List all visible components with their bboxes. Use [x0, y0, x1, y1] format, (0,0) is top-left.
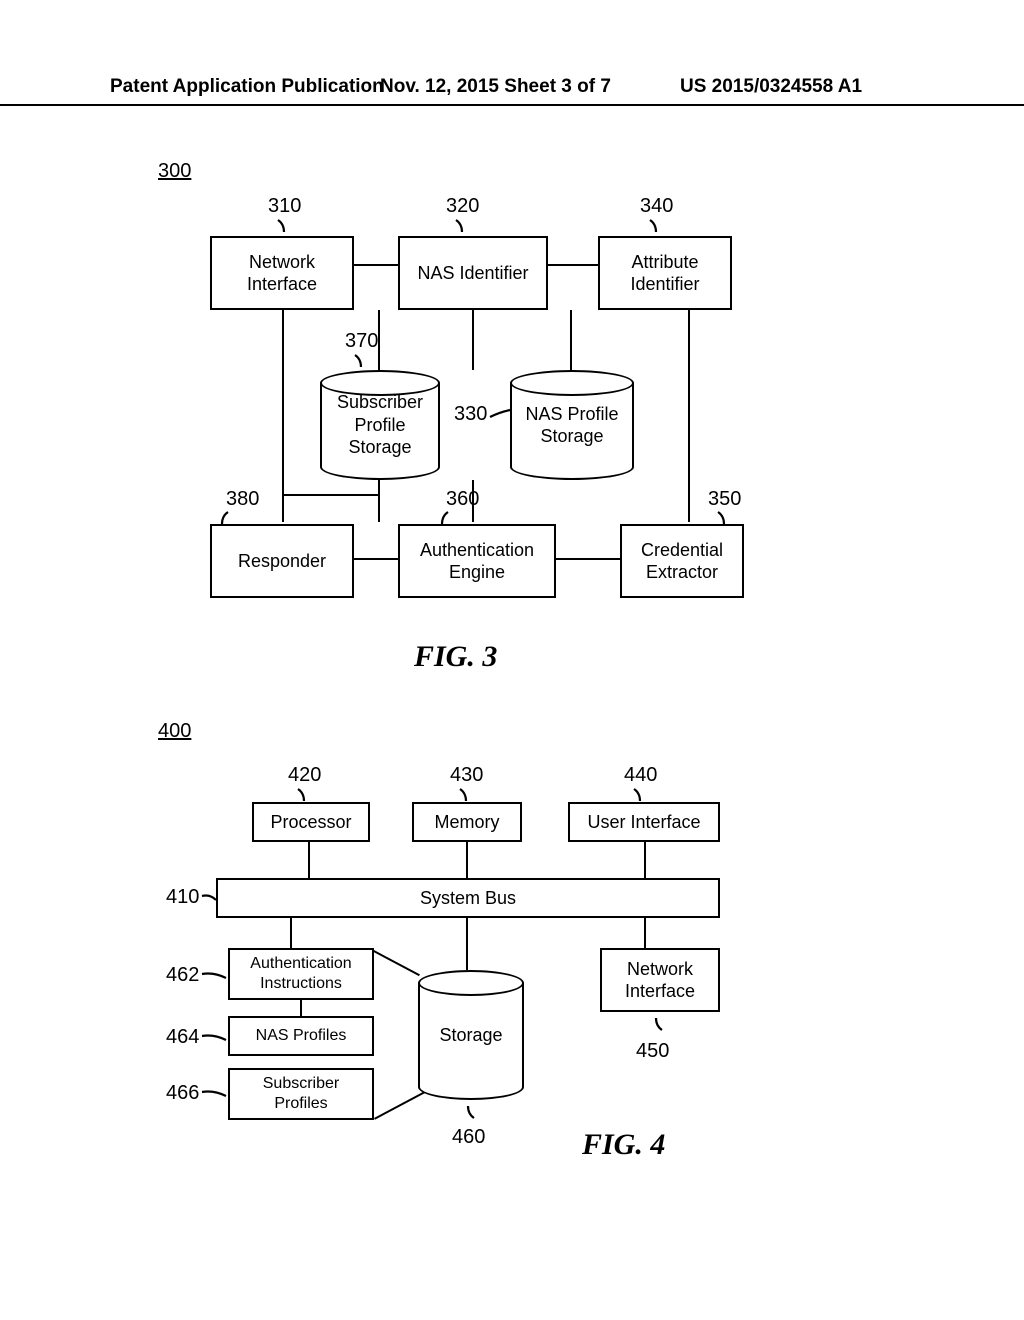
leader-hook-icon: [276, 218, 292, 234]
ref-440: 440: [624, 764, 657, 787]
ref-420: 420: [288, 764, 321, 787]
ref-380: 380: [226, 488, 259, 511]
fig3-number: 300: [158, 160, 191, 183]
connector: [378, 480, 380, 522]
ref-350: 350: [708, 488, 741, 511]
ref-462: 462: [166, 964, 199, 987]
connector: [644, 842, 646, 878]
connector: [570, 310, 572, 370]
ref-464: 464: [166, 1026, 199, 1049]
leader-hook-icon: [353, 353, 369, 369]
block-label: Processor: [270, 811, 351, 834]
ref-310: 310: [268, 195, 301, 218]
block-network-interface: Network Interface: [210, 236, 354, 310]
leader-hook-icon: [200, 1088, 228, 1102]
header-publication-label: Patent Application Publication: [110, 76, 384, 98]
block-attribute-identifier: Attribute Identifier: [598, 236, 732, 310]
ref-430: 430: [450, 764, 483, 787]
connector: [688, 310, 690, 522]
block-memory: Memory: [412, 802, 522, 842]
block-label: Responder: [238, 550, 326, 573]
block-label: Network Interface: [625, 958, 695, 1003]
leader-hook-icon: [200, 892, 218, 906]
connector: [308, 842, 310, 878]
cylinder-label: NAS Profile Storage: [525, 403, 618, 448]
page-header: Patent Application Publication Nov. 12, …: [0, 76, 1024, 106]
cylinder-subscriber-profile-storage: Subscriber Profile Storage: [320, 370, 440, 480]
leader-hook-icon: [648, 1016, 664, 1032]
block-authentication-instructions: Authentication Instructions: [228, 948, 374, 1000]
leader-hook-icon: [648, 218, 664, 234]
block-nas-profiles: NAS Profiles: [228, 1016, 374, 1056]
ref-460: 460: [452, 1126, 485, 1149]
leader-hook-icon: [488, 408, 512, 426]
fig4-number: 400: [158, 720, 191, 743]
ref-330: 330: [454, 403, 487, 426]
connector: [282, 310, 284, 496]
block-system-bus: System Bus: [216, 878, 720, 918]
block-label: Network Interface: [247, 251, 317, 296]
connector: [466, 842, 468, 878]
connector: [644, 918, 646, 948]
block-subscriber-profiles: Subscriber Profiles: [228, 1068, 374, 1120]
block-label: System Bus: [420, 887, 516, 910]
ref-410: 410: [166, 886, 199, 909]
leader-hook-icon: [460, 1104, 476, 1120]
cylinder-label: Subscriber Profile Storage: [337, 391, 423, 459]
leader-hook-icon: [296, 787, 312, 803]
header-publication-number: US 2015/0324558 A1: [680, 76, 862, 98]
block-responder: Responder: [210, 524, 354, 598]
connector: [354, 558, 398, 560]
block-label: Attribute Identifier: [630, 251, 699, 296]
block-authentication-engine: Authentication Engine: [398, 524, 556, 598]
block-label: Authentication Engine: [420, 539, 534, 584]
ref-450: 450: [636, 1040, 669, 1063]
header-date-sheet: Nov. 12, 2015 Sheet 3 of 7: [380, 76, 611, 98]
connector: [290, 918, 292, 948]
cylinder-storage: Storage: [418, 970, 524, 1100]
connector: [556, 558, 620, 560]
connector: [378, 310, 380, 370]
block-user-interface: User Interface: [568, 802, 720, 842]
block-label: NAS Profiles: [256, 1026, 347, 1046]
ref-370: 370: [345, 330, 378, 353]
connector: [332, 494, 378, 496]
ref-360: 360: [446, 488, 479, 511]
ref-340: 340: [640, 195, 673, 218]
connector: [374, 1091, 426, 1120]
connector: [548, 264, 598, 266]
cylinder-label: Storage: [439, 1024, 502, 1047]
block-label: Subscriber Profiles: [263, 1074, 339, 1114]
connector: [282, 494, 284, 522]
block-label: Authentication Instructions: [250, 954, 351, 994]
block-label: Credential Extractor: [641, 539, 723, 584]
connector: [354, 264, 398, 266]
block-label: NAS Identifier: [417, 262, 528, 285]
leader-hook-icon: [200, 970, 228, 984]
connector: [300, 1000, 302, 1016]
connector: [472, 310, 474, 370]
block-credential-extractor: Credential Extractor: [620, 524, 744, 598]
connector: [282, 494, 332, 496]
leader-hook-icon: [200, 1032, 228, 1046]
fig4-caption: FIG. 4: [582, 1128, 665, 1162]
block-network-interface-fig4: Network Interface: [600, 948, 720, 1012]
cylinder-nas-profile-storage: NAS Profile Storage: [510, 370, 634, 480]
leader-hook-icon: [632, 787, 648, 803]
connector: [466, 918, 468, 970]
block-nas-identifier: NAS Identifier: [398, 236, 548, 310]
leader-hook-icon: [454, 218, 470, 234]
ref-320: 320: [446, 195, 479, 218]
ref-466: 466: [166, 1082, 199, 1105]
block-label: User Interface: [587, 811, 700, 834]
fig3-caption: FIG. 3: [414, 640, 497, 674]
block-processor: Processor: [252, 802, 370, 842]
leader-hook-icon: [458, 787, 474, 803]
block-label: Memory: [434, 811, 499, 834]
connector: [373, 950, 420, 976]
